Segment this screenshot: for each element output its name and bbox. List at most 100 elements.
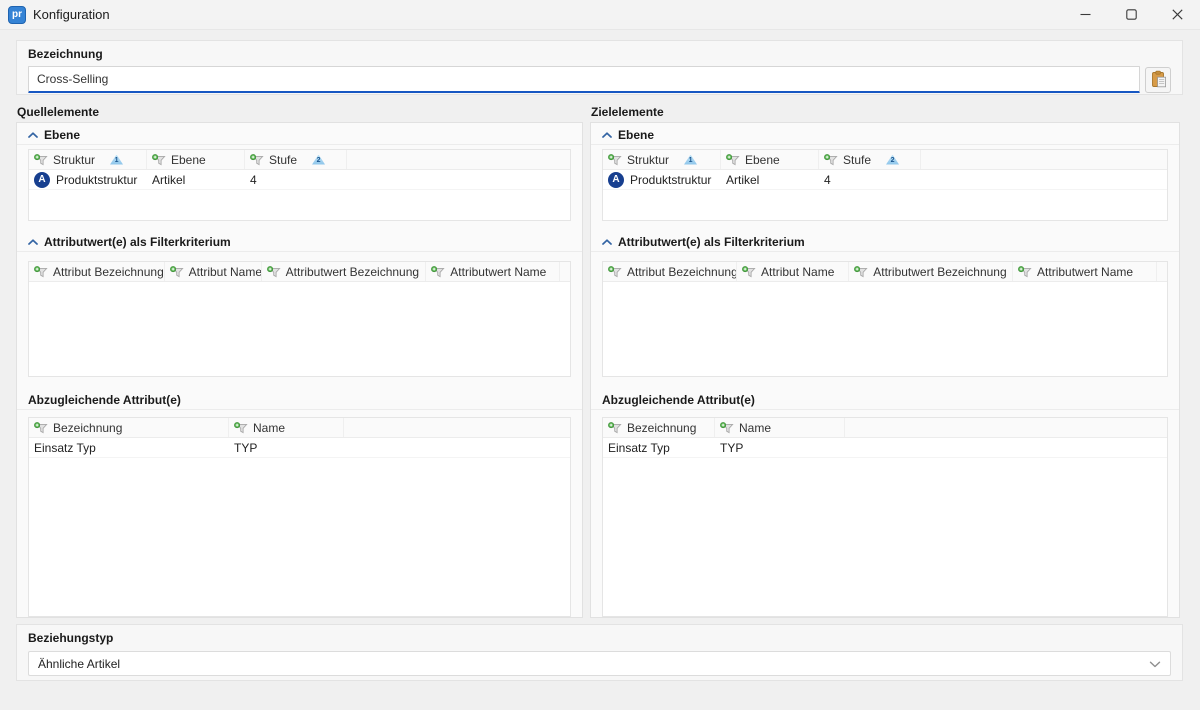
filter-icon[interactable] bbox=[1018, 266, 1032, 278]
column-label: Stufe bbox=[269, 153, 297, 167]
source-filter-section-header[interactable]: Attributwert(e) als Filterkriterium bbox=[17, 233, 582, 252]
filter-icon[interactable] bbox=[234, 422, 248, 434]
filter-icon[interactable] bbox=[854, 266, 868, 278]
filter-icon[interactable] bbox=[824, 154, 838, 166]
column-header-ebene[interactable]: Ebene bbox=[147, 150, 245, 169]
cell-stufe: 4 bbox=[245, 170, 347, 189]
zielelemente-panel: Ebene Struktur 1 Ebene Stufe 2 bbox=[590, 122, 1180, 618]
column-label: Attributwert Name bbox=[1037, 265, 1133, 279]
target-ebene-section-header[interactable]: Ebene bbox=[591, 126, 1179, 145]
minimize-button[interactable] bbox=[1062, 0, 1108, 30]
table-row[interactable]: Einsatz Typ TYP bbox=[603, 438, 1167, 458]
window-title: Konfiguration bbox=[33, 7, 110, 22]
section-title: Attributwert(e) als Filterkriterium bbox=[44, 235, 231, 249]
column-header-filler bbox=[1157, 262, 1167, 281]
column-header-attributwert-name[interactable]: Attributwert Name bbox=[426, 262, 560, 281]
column-header-attribut-name[interactable]: Attribut Name bbox=[165, 262, 262, 281]
column-label: Attribut Bezeichnung bbox=[53, 265, 164, 279]
column-header-bezeichnung[interactable]: Bezeichnung bbox=[29, 418, 229, 437]
filter-icon[interactable] bbox=[608, 422, 622, 434]
column-header-attribut-name[interactable]: Attribut Name bbox=[737, 262, 849, 281]
filter-icon[interactable] bbox=[34, 154, 48, 166]
filter-icon[interactable] bbox=[431, 266, 445, 278]
filter-icon[interactable] bbox=[608, 266, 622, 278]
maximize-button[interactable] bbox=[1108, 0, 1154, 30]
cell-struktur: A Produktstruktur bbox=[29, 170, 147, 189]
column-header-attributwert-bezeichnung[interactable]: Attributwert Bezeichnung bbox=[262, 262, 427, 281]
table-header-row: Struktur 1 Ebene Stufe 2 bbox=[29, 150, 570, 170]
table-row[interactable]: A Produktstruktur Artikel 4 bbox=[603, 170, 1167, 190]
column-header-struktur[interactable]: Struktur 1 bbox=[603, 150, 721, 169]
beziehungstyp-label: Beziehungstyp bbox=[28, 631, 1171, 645]
column-header-filler bbox=[921, 150, 1167, 169]
column-header-stufe[interactable]: Stufe 2 bbox=[245, 150, 347, 169]
cell-ebene: Artikel bbox=[147, 170, 245, 189]
column-label: Attributwert Bezeichnung bbox=[873, 265, 1006, 279]
column-header-attribut-bezeichnung[interactable]: Attribut Bezeichnung bbox=[603, 262, 737, 281]
clipboard-paste-icon bbox=[1149, 70, 1168, 89]
column-header-ebene[interactable]: Ebene bbox=[721, 150, 819, 169]
paste-button[interactable] bbox=[1145, 67, 1171, 93]
filter-icon[interactable] bbox=[720, 422, 734, 434]
maximize-icon bbox=[1126, 9, 1137, 20]
column-label: Struktur bbox=[53, 153, 95, 167]
column-header-attribut-bezeichnung[interactable]: Attribut Bezeichnung bbox=[29, 262, 165, 281]
filter-icon[interactable] bbox=[152, 154, 166, 166]
table-row[interactable]: Einsatz Typ TYP bbox=[29, 438, 570, 458]
filter-icon[interactable] bbox=[34, 422, 48, 434]
beziehungstyp-dropdown[interactable]: Ähnliche Artikel bbox=[28, 651, 1171, 676]
filter-icon[interactable] bbox=[250, 154, 264, 166]
cell-struktur: A Produktstruktur bbox=[603, 170, 721, 189]
filter-icon[interactable] bbox=[34, 266, 48, 278]
table-header-row: Attribut Bezeichnung Attribut Name Attri… bbox=[603, 262, 1167, 282]
table-header-row: Bezeichnung Name bbox=[603, 418, 1167, 438]
target-abgleich-section-header: Abzugleichende Attribut(e) bbox=[591, 391, 1179, 410]
cell-bezeichnung: Einsatz Typ bbox=[29, 438, 229, 457]
column-header-name[interactable]: Name bbox=[229, 418, 344, 437]
filter-icon[interactable] bbox=[267, 266, 281, 278]
column-header-filler bbox=[845, 418, 1167, 437]
filter-icon[interactable] bbox=[608, 154, 622, 166]
table-row[interactable]: A Produktstruktur Artikel 4 bbox=[29, 170, 570, 190]
column-header-filler bbox=[560, 262, 570, 281]
cell-ebene: Artikel bbox=[721, 170, 819, 189]
minimize-icon bbox=[1080, 9, 1091, 20]
section-title: Attributwert(e) als Filterkriterium bbox=[618, 235, 805, 249]
sort-ascending-icon: 1 bbox=[684, 155, 697, 165]
bezeichnung-group: Bezeichnung bbox=[16, 40, 1183, 95]
sort-ascending-icon: 1 bbox=[110, 155, 123, 165]
zielelemente-heading: Zielelemente bbox=[591, 105, 664, 119]
dropdown-selected-value: Ähnliche Artikel bbox=[38, 657, 120, 671]
cell-bezeichnung: Einsatz Typ bbox=[603, 438, 715, 457]
column-header-attributwert-name[interactable]: Attributwert Name bbox=[1013, 262, 1157, 281]
column-header-bezeichnung[interactable]: Bezeichnung bbox=[603, 418, 715, 437]
column-header-attributwert-bezeichnung[interactable]: Attributwert Bezeichnung bbox=[849, 262, 1013, 281]
close-button[interactable] bbox=[1154, 0, 1200, 30]
filter-icon[interactable] bbox=[726, 154, 740, 166]
window-controls bbox=[1062, 0, 1200, 30]
filter-icon[interactable] bbox=[742, 266, 756, 278]
target-filter-section-header[interactable]: Attributwert(e) als Filterkriterium bbox=[591, 233, 1179, 252]
bezeichnung-input[interactable] bbox=[28, 66, 1140, 93]
konfiguration-dialog: pr Konfiguration Bezeichnung bbox=[0, 0, 1200, 710]
titlebar: pr Konfiguration bbox=[0, 0, 1200, 30]
table-header-row: Bezeichnung Name bbox=[29, 418, 570, 438]
column-header-stufe[interactable]: Stufe 2 bbox=[819, 150, 921, 169]
column-header-filler bbox=[344, 418, 570, 437]
column-header-name[interactable]: Name bbox=[715, 418, 845, 437]
close-icon bbox=[1172, 9, 1183, 20]
target-ebene-table: Struktur 1 Ebene Stufe 2 A Produktstrukt… bbox=[602, 149, 1168, 221]
cell-name: TYP bbox=[715, 438, 845, 457]
collapse-icon bbox=[28, 239, 38, 245]
target-filter-table: Attribut Bezeichnung Attribut Name Attri… bbox=[602, 261, 1168, 377]
source-ebene-section-header[interactable]: Ebene bbox=[17, 126, 582, 145]
table-header-row: Attribut Bezeichnung Attribut Name Attri… bbox=[29, 262, 570, 282]
filter-icon[interactable] bbox=[170, 266, 184, 278]
column-label: Attribut Name bbox=[189, 265, 262, 279]
column-header-filler bbox=[347, 150, 570, 169]
column-header-struktur[interactable]: Struktur 1 bbox=[29, 150, 147, 169]
beziehungstyp-group: Beziehungstyp Ähnliche Artikel bbox=[16, 624, 1183, 681]
sort-ascending-icon: 2 bbox=[886, 155, 899, 165]
column-label: Struktur bbox=[627, 153, 669, 167]
collapse-icon bbox=[28, 132, 38, 138]
